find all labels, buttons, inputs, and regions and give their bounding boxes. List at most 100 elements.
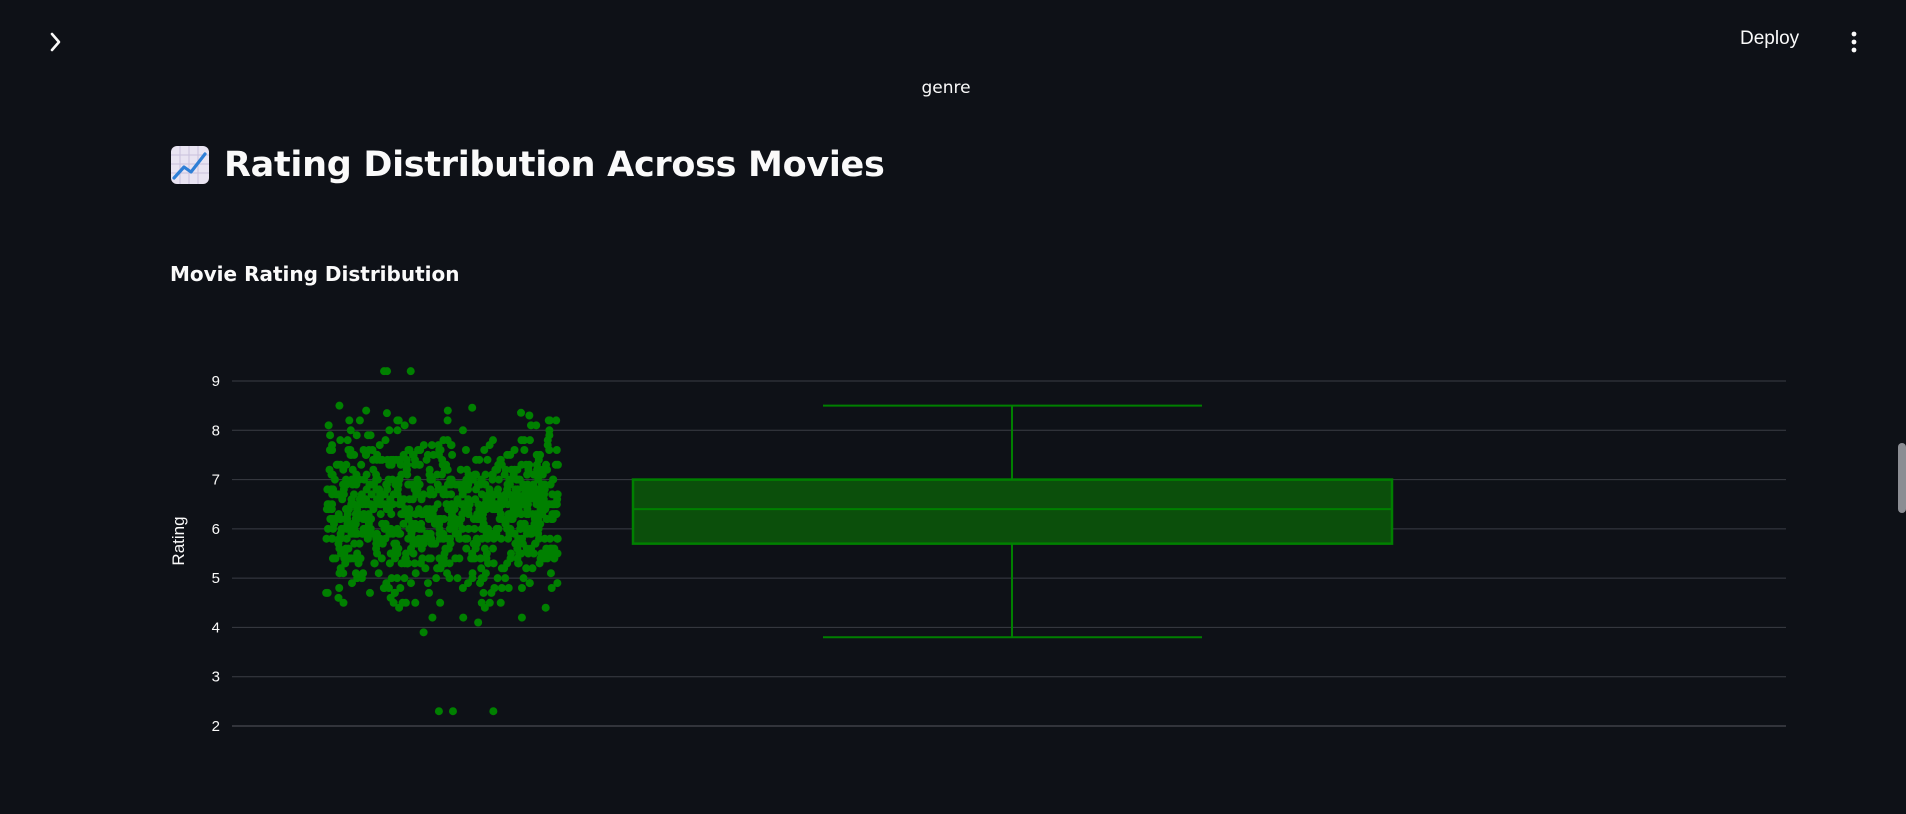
page-scrollbar[interactable]: [1898, 443, 1906, 513]
rating-point: [406, 544, 415, 553]
rating-point: [511, 539, 520, 548]
rating-point: [362, 406, 371, 415]
rating-point: [476, 554, 485, 563]
rating-point: [483, 455, 492, 464]
rating-point: [474, 618, 483, 627]
rating-point: [480, 603, 489, 612]
rating-point: [549, 475, 558, 484]
y-tick-label: 5: [212, 570, 220, 587]
rating-point: [451, 554, 460, 563]
rating-point: [443, 416, 452, 425]
y-axis-ticks: 9 8 7 6 5 4 3 2: [212, 373, 220, 735]
rating-point: [404, 446, 413, 454]
rating-point: [393, 426, 402, 435]
rating-point: [416, 446, 425, 454]
rating-point: [374, 569, 383, 578]
rating-point: [354, 559, 363, 568]
rating-point: [504, 584, 513, 592]
rating-point: [370, 559, 379, 568]
rating-point: [517, 408, 526, 417]
rating-point: [518, 539, 527, 548]
rating-point: [339, 598, 348, 607]
box-plot-box[interactable]: [631, 404, 1394, 639]
rating-point: [505, 529, 514, 538]
rating-point: [525, 411, 534, 420]
rating-point: [405, 524, 414, 533]
rating-point: [485, 441, 494, 450]
y-tick-label: 3: [212, 669, 220, 686]
rating-point: [479, 588, 488, 597]
rating-point: [532, 460, 541, 469]
rating-point: [543, 465, 552, 474]
rating-point: [419, 628, 428, 637]
rating-point: [517, 613, 526, 622]
rating-point: [349, 475, 358, 484]
rating-point: [399, 495, 408, 504]
rating-point: [359, 510, 368, 519]
rating-point: [436, 446, 445, 454]
rating-point: [378, 519, 387, 528]
rating-point: [400, 559, 409, 568]
rating-point: [497, 495, 506, 504]
rating-point: [509, 470, 518, 479]
rating-point: [326, 431, 335, 440]
rating-point: [471, 544, 480, 553]
rating-point: [463, 500, 472, 509]
rating-point: [468, 569, 477, 578]
rating-point: [375, 441, 384, 450]
rating-point: [488, 470, 497, 479]
rating-point: [332, 460, 341, 469]
rating-point: [373, 549, 382, 558]
rating-point: [553, 579, 562, 588]
rating-point: [493, 574, 502, 583]
rating-point: [448, 450, 457, 459]
rating-point: [410, 485, 419, 494]
rating-point: [517, 436, 526, 445]
rating-point: [458, 584, 467, 592]
rating-point: [381, 534, 390, 543]
rating-point: [376, 490, 385, 499]
rating-point: [419, 539, 428, 548]
rating-point: [537, 510, 546, 519]
rating-point: [527, 544, 536, 553]
interquartile-box: [631, 478, 1394, 545]
rating-point: [497, 564, 506, 573]
rating-point: [411, 569, 420, 578]
rating-point: [532, 485, 541, 494]
rating-point: [342, 534, 351, 543]
rating-point: [536, 495, 545, 504]
rating-point: [444, 505, 453, 514]
rating-point: [511, 490, 520, 499]
y-tick-label: 9: [212, 373, 220, 390]
rating-point: [527, 421, 536, 430]
rating-point: [443, 406, 452, 415]
rating-box-plot[interactable]: 9 8 7 6 5 4 3 2 Rating: [0, 0, 1906, 814]
rating-point: [362, 470, 371, 479]
rating-point: [523, 505, 532, 514]
y-tick-label: 4: [212, 619, 220, 636]
rating-point: [324, 524, 333, 533]
rating-point: [385, 559, 394, 568]
rating-point: [419, 490, 428, 499]
rating-point: [423, 579, 432, 588]
rating-point: [357, 490, 366, 499]
rating-point: [497, 584, 506, 592]
rating-point: [343, 436, 352, 445]
rating-point: [387, 510, 396, 519]
rating-point: [352, 515, 361, 523]
rating-point: [522, 529, 531, 538]
rating-points: [322, 367, 562, 716]
rating-point: [347, 495, 356, 504]
rating-point: [394, 475, 403, 484]
rating-point: [446, 539, 455, 548]
rating-point: [352, 431, 361, 440]
rating-point: [380, 367, 389, 376]
rating-point: [445, 574, 454, 583]
rating-point: [423, 450, 432, 459]
rating-point: [487, 495, 496, 504]
rating-point: [525, 579, 534, 588]
rating-point: [365, 500, 374, 509]
y-tick-label: 2: [212, 718, 220, 735]
rating-point: [442, 490, 451, 499]
rating-point: [447, 441, 456, 450]
